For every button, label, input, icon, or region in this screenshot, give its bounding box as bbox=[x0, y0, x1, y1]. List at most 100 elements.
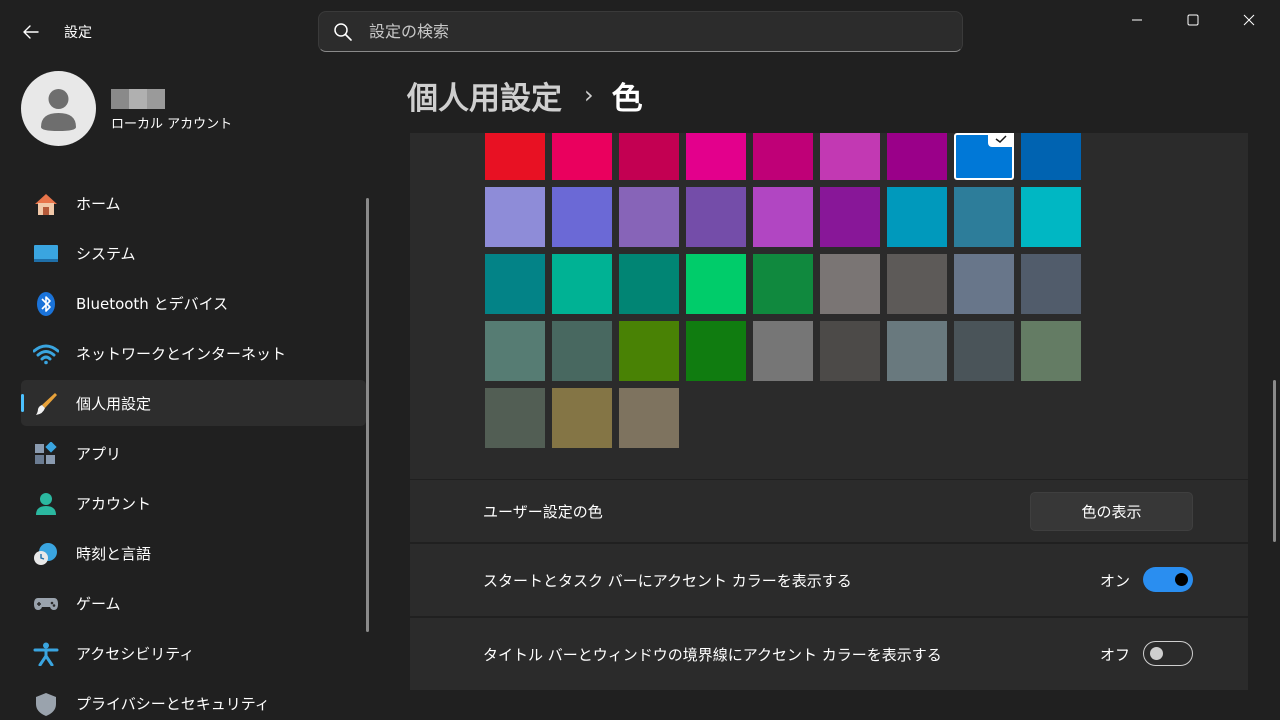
sidebar-item-bluetooth[interactable]: Bluetooth とデバイス bbox=[21, 280, 366, 326]
accent-color-swatch[interactable] bbox=[1021, 133, 1081, 180]
accent-color-swatch[interactable] bbox=[619, 388, 679, 448]
close-icon bbox=[1243, 14, 1255, 26]
sidebar-item-system[interactable]: システム bbox=[21, 230, 366, 276]
apps-icon bbox=[35, 442, 57, 464]
accent-color-swatch[interactable] bbox=[552, 133, 612, 180]
accent-color-swatch[interactable] bbox=[753, 321, 813, 381]
accent-color-swatch[interactable] bbox=[820, 321, 880, 381]
content-area: ユーザー設定の色 色の表示 スタートとタスク バーにアクセント カラーを表示する… bbox=[410, 133, 1248, 690]
content-scrollbar[interactable] bbox=[1273, 380, 1276, 542]
close-button[interactable] bbox=[1221, 0, 1277, 40]
sidebar-item-personalization[interactable]: 個人用設定 bbox=[21, 380, 366, 426]
system-icon bbox=[34, 245, 58, 262]
minimize-icon bbox=[1132, 19, 1142, 21]
accent-color-swatch[interactable] bbox=[954, 187, 1014, 247]
checkmark-icon bbox=[988, 133, 1014, 147]
accent-color-swatch[interactable] bbox=[619, 187, 679, 247]
maximize-icon bbox=[1187, 14, 1199, 26]
accent-color-swatch[interactable] bbox=[820, 133, 880, 180]
gamepad-icon bbox=[34, 598, 58, 610]
accent-titlebar-toggle[interactable] bbox=[1143, 641, 1193, 666]
breadcrumb: 個人用設定 › 色 bbox=[407, 72, 643, 118]
account-icon bbox=[36, 493, 56, 515]
sidebar-item-apps[interactable]: アプリ bbox=[21, 430, 366, 476]
sidebar-item-label: ホーム bbox=[76, 194, 121, 213]
sidebar-item-time-language[interactable]: 時刻と言語 bbox=[21, 530, 366, 576]
user-silhouette-icon bbox=[41, 89, 76, 131]
accent-color-swatch[interactable] bbox=[552, 321, 612, 381]
accent-color-swatch[interactable] bbox=[954, 133, 1014, 180]
sidebar-item-label: 時刻と言語 bbox=[76, 544, 152, 563]
sidebar-scrollbar[interactable] bbox=[366, 198, 369, 632]
sidebar-item-label: プライバシーとセキュリティ bbox=[76, 694, 270, 713]
search-input[interactable] bbox=[369, 12, 949, 51]
maximize-button[interactable] bbox=[1165, 0, 1221, 40]
accent-color-swatch[interactable] bbox=[686, 254, 746, 314]
view-colors-button[interactable]: 色の表示 bbox=[1030, 492, 1193, 531]
home-icon bbox=[35, 194, 57, 215]
bluetooth-icon bbox=[37, 292, 55, 316]
accent-color-swatch[interactable] bbox=[753, 187, 813, 247]
accent-color-swatch[interactable] bbox=[686, 133, 746, 180]
username-redacted bbox=[111, 89, 165, 109]
accent-color-swatch[interactable] bbox=[954, 321, 1014, 381]
sidebar-item-home[interactable]: ホーム bbox=[21, 180, 366, 226]
accent-color-swatch[interactable] bbox=[686, 321, 746, 381]
accent-color-panel bbox=[410, 133, 1248, 479]
custom-color-label: ユーザー設定の色 bbox=[483, 503, 603, 521]
sidebar-item-label: ネットワークとインターネット bbox=[76, 344, 287, 363]
accent-color-swatch[interactable] bbox=[820, 187, 880, 247]
accent-color-swatch[interactable] bbox=[619, 254, 679, 314]
search-box[interactable] bbox=[318, 11, 963, 52]
breadcrumb-parent[interactable]: 個人用設定 bbox=[407, 73, 562, 118]
accent-color-swatch[interactable] bbox=[887, 254, 947, 314]
accent-color-swatch[interactable] bbox=[485, 388, 545, 448]
sidebar-item-network[interactable]: ネットワークとインターネット bbox=[21, 330, 366, 376]
shield-icon bbox=[36, 693, 56, 716]
sidebar-item-accounts[interactable]: アカウント bbox=[21, 480, 366, 526]
accent-color-swatch[interactable] bbox=[887, 133, 947, 180]
breadcrumb-separator: › bbox=[584, 81, 594, 109]
sidebar-item-label: アクセシビリティ bbox=[76, 644, 195, 663]
sidebar-item-gaming[interactable]: ゲーム bbox=[21, 580, 366, 626]
accent-start-taskbar-toggle[interactable] bbox=[1143, 567, 1193, 592]
minimize-button[interactable] bbox=[1109, 0, 1165, 40]
toggle-state-label: オン bbox=[1100, 572, 1131, 590]
page-title: 色 bbox=[611, 80, 643, 117]
avatar[interactable] bbox=[21, 71, 96, 146]
accent-color-swatch[interactable] bbox=[753, 254, 813, 314]
sidebar-item-label: ゲーム bbox=[76, 594, 121, 613]
accent-titlebar-label: タイトル バーとウィンドウの境界線にアクセント カラーを表示する bbox=[483, 646, 942, 664]
accent-color-swatch[interactable] bbox=[686, 187, 746, 247]
accent-color-swatch[interactable] bbox=[485, 321, 545, 381]
accent-color-swatch[interactable] bbox=[887, 187, 947, 247]
accent-color-swatch[interactable] bbox=[1021, 321, 1081, 381]
accent-color-swatch[interactable] bbox=[552, 254, 612, 314]
accent-color-swatch[interactable] bbox=[1021, 254, 1081, 314]
accent-color-swatch[interactable] bbox=[485, 187, 545, 247]
accent-color-swatch[interactable] bbox=[485, 133, 545, 180]
account-type: ローカル アカウント bbox=[111, 117, 233, 132]
accent-color-swatch[interactable] bbox=[552, 187, 612, 247]
toggle-knob bbox=[1150, 647, 1163, 660]
sidebar-item-accessibility[interactable]: アクセシビリティ bbox=[21, 630, 366, 676]
accent-color-swatch[interactable] bbox=[619, 321, 679, 381]
title-bar: 設定 bbox=[0, 0, 1280, 62]
toggle-knob bbox=[1175, 573, 1188, 586]
accent-color-swatch[interactable] bbox=[887, 321, 947, 381]
accessibility-icon bbox=[33, 642, 59, 666]
accent-color-swatch[interactable] bbox=[485, 254, 545, 314]
accent-color-swatch[interactable] bbox=[954, 254, 1014, 314]
accent-color-swatch[interactable] bbox=[1021, 187, 1081, 247]
accent-color-swatch[interactable] bbox=[820, 254, 880, 314]
accent-color-swatch[interactable] bbox=[552, 388, 612, 448]
back-button[interactable] bbox=[14, 16, 48, 48]
sidebar-item-label: 個人用設定 bbox=[76, 394, 152, 413]
app-title: 設定 bbox=[64, 25, 92, 41]
accent-titlebar-row: タイトル バーとウィンドウの境界線にアクセント カラーを表示する オフ bbox=[410, 618, 1248, 690]
accent-color-swatch[interactable] bbox=[619, 133, 679, 180]
sidebar-item-privacy[interactable]: プライバシーとセキュリティ bbox=[21, 680, 366, 720]
back-arrow-icon bbox=[23, 25, 39, 39]
accent-start-taskbar-row: スタートとタスク バーにアクセント カラーを表示する オン bbox=[410, 544, 1248, 616]
accent-color-swatch[interactable] bbox=[753, 133, 813, 180]
